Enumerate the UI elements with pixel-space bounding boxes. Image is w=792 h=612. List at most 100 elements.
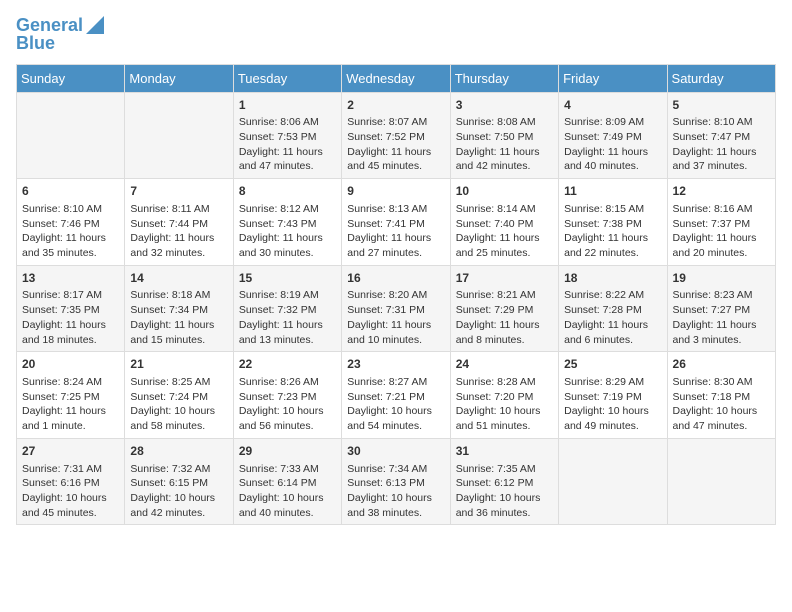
day-info: Sunrise: 7:31 AM Sunset: 6:16 PM Dayligh…	[22, 462, 119, 521]
day-number: 30	[347, 443, 444, 460]
calendar-header-row: SundayMondayTuesdayWednesdayThursdayFrid…	[17, 64, 776, 92]
calendar-cell: 4Sunrise: 8:09 AM Sunset: 7:49 PM Daylig…	[559, 92, 667, 179]
day-info: Sunrise: 8:20 AM Sunset: 7:31 PM Dayligh…	[347, 288, 444, 347]
column-header-thursday: Thursday	[450, 64, 558, 92]
day-number: 17	[456, 270, 553, 287]
day-info: Sunrise: 8:24 AM Sunset: 7:25 PM Dayligh…	[22, 375, 119, 434]
day-number: 13	[22, 270, 119, 287]
day-info: Sunrise: 8:16 AM Sunset: 7:37 PM Dayligh…	[673, 202, 770, 261]
day-number: 9	[347, 183, 444, 200]
calendar-cell: 21 Sunrise: 8:25 AM Sunset: 7:24 PM Dayli…	[125, 352, 233, 439]
day-info: Sunrise: 8:13 AM Sunset: 7:41 PM Dayligh…	[347, 202, 444, 261]
calendar-cell: 25 Sunrise: 8:29 AM Sunset: 7:19 PM Dayli…	[559, 352, 667, 439]
day-number: 26	[673, 356, 770, 373]
calendar-cell: 31 Sunrise: 7:35 AM Sunset: 6:12 PM Dayli…	[450, 438, 558, 525]
day-info: Sunrise: 8:18 AM Sunset: 7:34 PM Dayligh…	[130, 288, 227, 347]
day-number: 22	[239, 356, 336, 373]
day-info: Sunrise: 8:10 AM Sunset: 7:47 PM Dayligh…	[673, 115, 770, 174]
calendar-week-row: 20Sunrise: 8:24 AM Sunset: 7:25 PM Dayli…	[17, 352, 776, 439]
calendar-cell: 10 Sunrise: 8:14 AM Sunset: 7:40 PM Dayli…	[450, 179, 558, 266]
day-info: Sunrise: 8:10 AM Sunset: 7:46 PM Dayligh…	[22, 202, 119, 261]
day-number: 28	[130, 443, 227, 460]
calendar-cell: 6 Sunrise: 8:10 AM Sunset: 7:46 PM Daylig…	[17, 179, 125, 266]
day-info: Sunrise: 7:33 AM Sunset: 6:14 PM Dayligh…	[239, 462, 336, 521]
calendar-cell: 11Sunrise: 8:15 AM Sunset: 7:38 PM Dayli…	[559, 179, 667, 266]
day-number: 21	[130, 356, 227, 373]
calendar-cell: 19Sunrise: 8:23 AM Sunset: 7:27 PM Dayli…	[667, 265, 775, 352]
logo: General Blue	[16, 16, 104, 54]
day-number: 31	[456, 443, 553, 460]
calendar-cell: 13Sunrise: 8:17 AM Sunset: 7:35 PM Dayli…	[17, 265, 125, 352]
calendar-cell: 14Sunrise: 8:18 AM Sunset: 7:34 PM Dayli…	[125, 265, 233, 352]
calendar-cell: 30 Sunrise: 7:34 AM Sunset: 6:13 PM Dayli…	[342, 438, 450, 525]
calendar-cell: 20Sunrise: 8:24 AM Sunset: 7:25 PM Dayli…	[17, 352, 125, 439]
day-info: Sunrise: 7:35 AM Sunset: 6:12 PM Dayligh…	[456, 462, 553, 521]
calendar-cell: 7 Sunrise: 8:11 AM Sunset: 7:44 PM Daylig…	[125, 179, 233, 266]
day-info: Sunrise: 8:14 AM Sunset: 7:40 PM Dayligh…	[456, 202, 553, 261]
column-header-monday: Monday	[125, 64, 233, 92]
day-number: 29	[239, 443, 336, 460]
logo-text-blue: Blue	[16, 34, 55, 54]
calendar-cell: 16Sunrise: 8:20 AM Sunset: 7:31 PM Dayli…	[342, 265, 450, 352]
day-info: Sunrise: 8:09 AM Sunset: 7:49 PM Dayligh…	[564, 115, 661, 174]
calendar-cell: 9 Sunrise: 8:13 AM Sunset: 7:41 PM Daylig…	[342, 179, 450, 266]
column-header-sunday: Sunday	[17, 64, 125, 92]
day-number: 3	[456, 97, 553, 114]
day-info: Sunrise: 8:19 AM Sunset: 7:32 PM Dayligh…	[239, 288, 336, 347]
calendar-cell: 15Sunrise: 8:19 AM Sunset: 7:32 PM Dayli…	[233, 265, 341, 352]
day-number: 10	[456, 183, 553, 200]
calendar-cell: 23 Sunrise: 8:27 AM Sunset: 7:21 PM Dayli…	[342, 352, 450, 439]
day-info: Sunrise: 8:23 AM Sunset: 7:27 PM Dayligh…	[673, 288, 770, 347]
calendar-cell	[125, 92, 233, 179]
day-number: 15	[239, 270, 336, 287]
day-info: Sunrise: 8:08 AM Sunset: 7:50 PM Dayligh…	[456, 115, 553, 174]
day-info: Sunrise: 8:27 AM Sunset: 7:21 PM Dayligh…	[347, 375, 444, 434]
day-info: Sunrise: 8:12 AM Sunset: 7:43 PM Dayligh…	[239, 202, 336, 261]
day-info: Sunrise: 8:11 AM Sunset: 7:44 PM Dayligh…	[130, 202, 227, 261]
calendar-cell	[559, 438, 667, 525]
page-header: General Blue	[16, 16, 776, 54]
calendar-table: SundayMondayTuesdayWednesdayThursdayFrid…	[16, 64, 776, 526]
day-number: 5	[673, 97, 770, 114]
day-info: Sunrise: 8:29 AM Sunset: 7:19 PM Dayligh…	[564, 375, 661, 434]
day-number: 2	[347, 97, 444, 114]
day-info: Sunrise: 8:26 AM Sunset: 7:23 PM Dayligh…	[239, 375, 336, 434]
calendar-cell: 24 Sunrise: 8:28 AM Sunset: 7:20 PM Dayli…	[450, 352, 558, 439]
day-number: 24	[456, 356, 553, 373]
calendar-cell: 12 Sunrise: 8:16 AM Sunset: 7:37 PM Dayli…	[667, 179, 775, 266]
day-number: 23	[347, 356, 444, 373]
calendar-cell: 28Sunrise: 7:32 AM Sunset: 6:15 PM Dayli…	[125, 438, 233, 525]
day-number: 7	[130, 183, 227, 200]
calendar-week-row: 1Sunrise: 8:06 AM Sunset: 7:53 PM Daylig…	[17, 92, 776, 179]
day-number: 27	[22, 443, 119, 460]
calendar-cell: 2Sunrise: 8:07 AM Sunset: 7:52 PM Daylig…	[342, 92, 450, 179]
day-info: Sunrise: 7:34 AM Sunset: 6:13 PM Dayligh…	[347, 462, 444, 521]
day-number: 19	[673, 270, 770, 287]
day-info: Sunrise: 8:25 AM Sunset: 7:24 PM Dayligh…	[130, 375, 227, 434]
day-number: 12	[673, 183, 770, 200]
day-number: 6	[22, 183, 119, 200]
day-info: Sunrise: 8:17 AM Sunset: 7:35 PM Dayligh…	[22, 288, 119, 347]
calendar-cell: 1Sunrise: 8:06 AM Sunset: 7:53 PM Daylig…	[233, 92, 341, 179]
day-number: 16	[347, 270, 444, 287]
column-header-tuesday: Tuesday	[233, 64, 341, 92]
calendar-week-row: 13Sunrise: 8:17 AM Sunset: 7:35 PM Dayli…	[17, 265, 776, 352]
calendar-week-row: 27 Sunrise: 7:31 AM Sunset: 6:16 PM Dayli…	[17, 438, 776, 525]
day-number: 8	[239, 183, 336, 200]
day-info: Sunrise: 8:28 AM Sunset: 7:20 PM Dayligh…	[456, 375, 553, 434]
day-info: Sunrise: 8:21 AM Sunset: 7:29 PM Dayligh…	[456, 288, 553, 347]
day-number: 18	[564, 270, 661, 287]
day-info: Sunrise: 8:07 AM Sunset: 7:52 PM Dayligh…	[347, 115, 444, 174]
calendar-cell: 18Sunrise: 8:22 AM Sunset: 7:28 PM Dayli…	[559, 265, 667, 352]
calendar-cell	[17, 92, 125, 179]
column-header-wednesday: Wednesday	[342, 64, 450, 92]
calendar-cell	[667, 438, 775, 525]
calendar-cell: 27 Sunrise: 7:31 AM Sunset: 6:16 PM Dayli…	[17, 438, 125, 525]
day-info: Sunrise: 8:06 AM Sunset: 7:53 PM Dayligh…	[239, 115, 336, 174]
calendar-cell: 22 Sunrise: 8:26 AM Sunset: 7:23 PM Dayli…	[233, 352, 341, 439]
day-info: Sunrise: 8:15 AM Sunset: 7:38 PM Dayligh…	[564, 202, 661, 261]
day-number: 25	[564, 356, 661, 373]
calendar-week-row: 6 Sunrise: 8:10 AM Sunset: 7:46 PM Daylig…	[17, 179, 776, 266]
calendar-cell: 8 Sunrise: 8:12 AM Sunset: 7:43 PM Daylig…	[233, 179, 341, 266]
column-header-friday: Friday	[559, 64, 667, 92]
